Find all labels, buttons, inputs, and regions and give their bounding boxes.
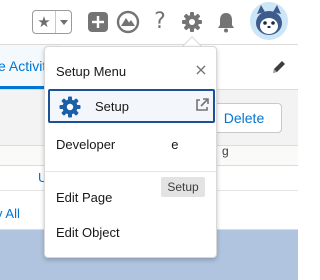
setup-menu-title: Setup Menu	[56, 64, 127, 79]
help-icon[interactable]: ?	[150, 9, 170, 35]
edit-nav-pencil-icon[interactable]	[270, 58, 288, 76]
menu-item-edit-page[interactable]: Edit Page	[56, 190, 112, 205]
user-avatar[interactable]	[250, 2, 288, 40]
favorites-button-group[interactable]: ★	[32, 10, 72, 34]
menu-item-developer-console[interactable]: Developer e	[56, 137, 179, 152]
menu-divider	[45, 171, 216, 172]
menu-item-developer-label-tail: e	[171, 137, 179, 152]
menu-item-edit-object[interactable]: Edit Object	[56, 225, 120, 240]
menu-item-developer-label: Developer	[56, 137, 116, 152]
setup-menu-dropdown: Setup Menu × Setup Developer e Setup Edi…	[44, 46, 217, 258]
global-actions-plus-icon[interactable]	[86, 10, 110, 34]
menu-item-setup-label: Setup	[95, 99, 129, 114]
setup-gear-icon[interactable]	[180, 10, 204, 34]
external-link-icon[interactable]	[194, 97, 210, 113]
setup-gear-icon	[58, 95, 82, 119]
close-icon[interactable]: ×	[194, 62, 208, 78]
menu-item-setup[interactable]: Setup	[48, 89, 215, 123]
notifications-bell-icon[interactable]	[214, 10, 238, 34]
trailhead-icon[interactable]	[116, 10, 140, 34]
favorites-star-icon[interactable]: ★	[33, 11, 55, 33]
setup-tooltip: Setup	[161, 177, 205, 197]
favorites-dropdown-caret-icon[interactable]	[55, 11, 71, 33]
column-header-fragment: g	[222, 144, 229, 158]
delete-button[interactable]: Delete	[206, 103, 282, 133]
tab-activity-label: e Activit	[0, 58, 47, 74]
view-all-link[interactable]: v All	[0, 206, 20, 221]
global-header: ★ ?	[0, 0, 298, 44]
